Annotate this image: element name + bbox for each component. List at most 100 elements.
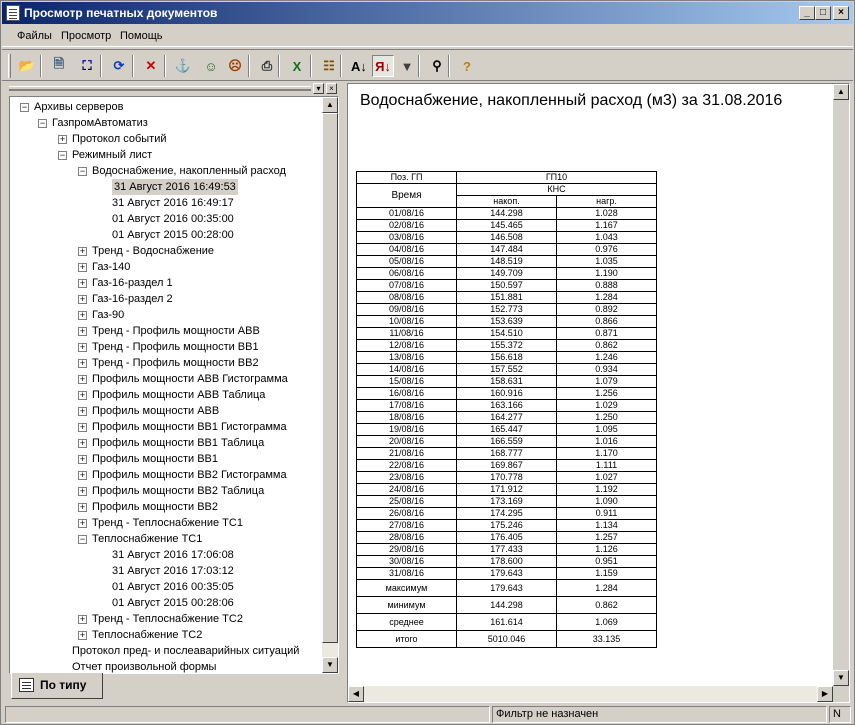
expand-icon[interactable]: + [78,375,87,384]
print-icon[interactable]: ⎙ [256,55,278,77]
tree-node[interactable]: Профиль мощности АВВ [92,403,219,419]
tree-node[interactable]: Тренд - Профиль мощности АВВ [92,323,260,339]
expand-icon[interactable]: + [78,279,87,288]
tree-node[interactable]: Протокол событий [72,131,167,147]
collapse-icon[interactable]: − [58,151,67,160]
tree-node[interactable]: Газ-140 [92,259,130,275]
menu-help[interactable]: Помощь [120,30,163,42]
tree-node[interactable]: Профиль мощности АВВ Таблица [92,387,265,403]
tree-node[interactable]: Тренд - Профиль мощности ВВ2 [92,355,259,371]
tree-node[interactable]: 01 Август 2015 00:28:00 [112,227,234,243]
tree-node[interactable]: Теплоснабжение ТС1 [92,531,202,547]
search-icon[interactable]: ⚲ [426,55,448,77]
menu-files[interactable]: Файлы [17,30,52,42]
expand-icon[interactable]: + [78,295,87,304]
tree-node[interactable]: Профиль мощности ВВ1 Таблица [92,435,264,451]
expand-icon[interactable]: + [78,391,87,400]
collapse-icon[interactable]: − [78,535,87,544]
tree-node[interactable]: Газ-90 [92,307,124,323]
scroll-up-arrow-icon[interactable]: ▲ [322,97,338,113]
tree-node[interactable]: Профиль мощности АВВ Гистограмма [92,371,288,387]
minimize-button[interactable]: _ [799,6,815,20]
tree-node[interactable]: Профиль мощности ВВ2 [92,499,218,515]
pane-close-button[interactable]: × [326,83,337,94]
report-scroll-up-icon[interactable]: ▲ [833,84,849,100]
expand-icon[interactable]: + [78,519,87,528]
expand-icon[interactable]: + [78,407,87,416]
tree-node[interactable]: Протокол пред- и послеаварийных ситуаций [72,643,299,659]
help-icon[interactable]: ? [456,55,478,77]
connect-icon[interactable]: ⚓ [172,55,194,77]
excel-icon[interactable]: X [286,55,308,77]
expand-icon[interactable]: + [78,343,87,352]
close-button[interactable]: × [833,6,849,20]
report-scroll-right-icon[interactable]: ▶ [817,686,833,702]
tree-node[interactable]: 31 Август 2016 17:03:12 [112,563,234,579]
tree-node[interactable]: Тренд - Водоснабжение [92,243,214,259]
report-scroll-down-icon[interactable]: ▼ [833,670,849,686]
expand-icon[interactable]: + [78,311,87,320]
expand-icon[interactable]: + [58,135,67,144]
tree-node[interactable]: Профиль мощности ВВ1 [92,451,218,467]
menu-view[interactable]: Просмотр [61,30,111,42]
tree-node[interactable]: Теплоснабжение ТС2 [92,627,202,643]
tree-node[interactable]: Отчет произвольной формы [72,659,216,673]
refresh-icon[interactable]: ⟳ [108,55,130,77]
tree-node[interactable]: Газ-16-раздел 2 [92,291,173,307]
scroll-down-arrow-icon[interactable]: ▼ [322,657,338,673]
delete-icon[interactable]: ✕ [140,55,162,77]
tree-node[interactable]: Режимный лист [72,147,152,163]
tree-node[interactable]: Профиль мощности ВВ1 Гистограмма [92,419,287,435]
tree-node[interactable]: 31 Август 2016 16:49:17 [112,195,234,211]
expand-icon[interactable]: + [78,439,87,448]
collapse-icon[interactable]: − [38,119,47,128]
expand-icon[interactable]: + [78,503,87,512]
pane-grip[interactable] [9,86,311,91]
select-area-icon[interactable]: ⛶ [76,55,98,77]
tab-by-type[interactable]: По типу [11,673,103,699]
collapse-icon[interactable]: − [20,103,29,112]
tree-node[interactable]: 01 Август 2016 00:35:05 [112,579,234,595]
expand-icon[interactable]: + [78,247,87,256]
scroll-thumb[interactable] [322,113,338,643]
user-remove-icon[interactable]: ☹ [224,55,246,77]
tree-node[interactable]: Тренд - Теплоснабжение ТС2 [92,611,243,627]
expand-icon[interactable]: + [78,359,87,368]
tree-node[interactable]: 31 Август 2016 16:49:53 [112,179,238,195]
expand-icon[interactable]: + [78,631,87,640]
tree-node[interactable]: Профиль мощности ВВ2 Таблица [92,483,264,499]
sort-desc-icon[interactable]: Я↓ [372,55,394,77]
tree-vertical-scrollbar[interactable]: ▲ ▼ [322,97,338,673]
tree-node[interactable]: ГазпромАвтоматиз [52,115,148,131]
tree-node[interactable]: Водоснабжение, накопленный расход [92,163,286,179]
tree-node[interactable]: 31 Август 2016 17:06:08 [112,547,234,563]
report-horizontal-scrollbar[interactable]: ◀ ▶ [348,686,833,702]
tree-node[interactable]: 01 Август 2016 00:35:00 [112,211,234,227]
tree-node[interactable]: Профиль мощности ВВ2 Гистограмма [92,467,287,483]
toolbar-grip[interactable] [8,54,11,78]
user-add-icon[interactable]: ☺ [200,55,222,77]
pane-menu-button[interactable]: ▾ [313,83,324,94]
tree-node[interactable]: Тренд - Теплоснабжение ТС1 [92,515,243,531]
tree-node[interactable]: 01 Август 2015 00:28:06 [112,595,234,611]
expand-icon[interactable]: + [78,327,87,336]
expand-icon[interactable]: + [78,471,87,480]
sort-asc-icon[interactable]: A↓ [348,55,370,77]
tree-view[interactable]: − Архивы серверов − ГазпромАвтоматиз + Проток… [9,96,339,674]
expand-icon[interactable]: + [78,455,87,464]
maximize-button[interactable]: □ [815,6,831,20]
tree-node[interactable]: Тренд - Профиль мощности ВВ1 [92,339,259,355]
expand-icon[interactable]: + [78,423,87,432]
open-icon[interactable]: 📂 [16,55,38,77]
expand-icon[interactable]: + [78,615,87,624]
tree-node[interactable]: Архивы серверов [34,99,123,115]
filter-icon[interactable]: ▼ [396,55,418,77]
properties-icon[interactable]: ☷ [318,55,340,77]
expand-icon[interactable]: + [78,263,87,272]
print-preview-icon[interactable]: 🗎 [48,55,70,77]
collapse-icon[interactable]: − [78,167,87,176]
report-vertical-scrollbar[interactable]: ▲ ▼ [833,84,849,686]
report-scroll-left-icon[interactable]: ◀ [348,686,364,702]
tree-node[interactable]: Газ-16-раздел 1 [92,275,173,291]
expand-icon[interactable]: + [78,487,87,496]
